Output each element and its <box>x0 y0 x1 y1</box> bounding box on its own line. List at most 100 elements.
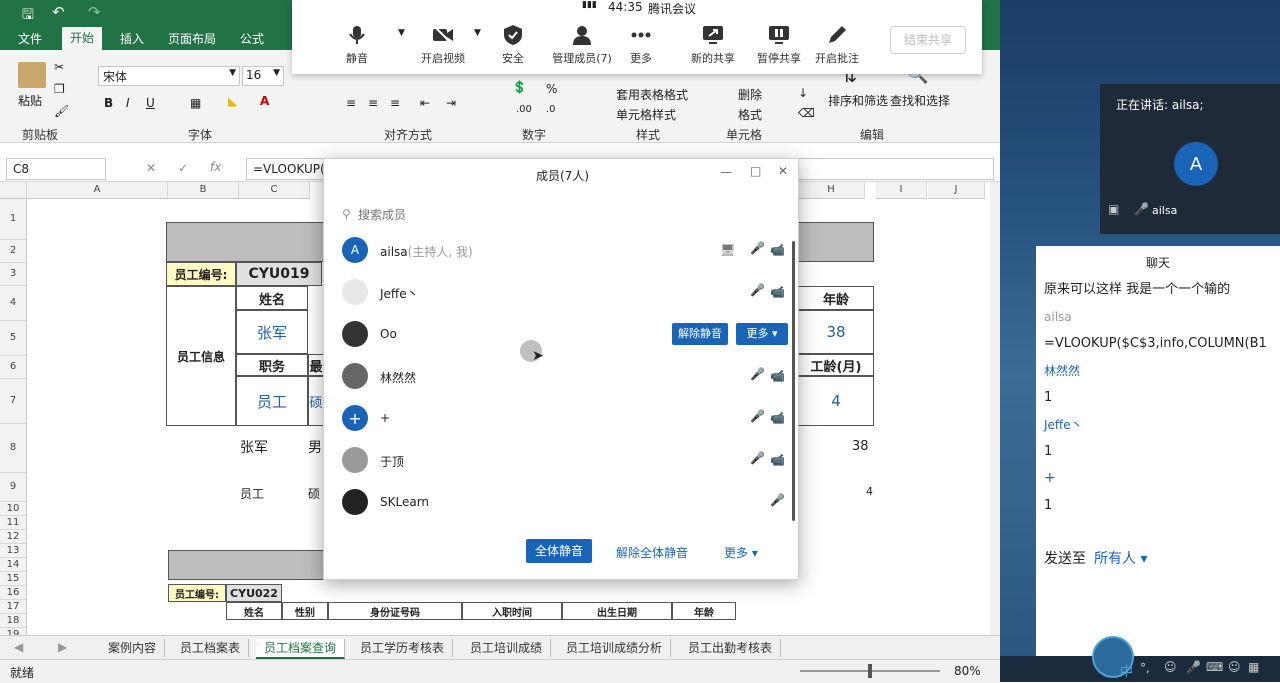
member-row[interactable]: + + 🎤 📹 <box>342 401 785 435</box>
mic-off-icon[interactable]: 🎤 <box>770 493 785 511</box>
unmute-all-button[interactable]: 解除全体静音 <box>616 544 688 561</box>
bold-button[interactable]: B <box>104 96 113 110</box>
sort-filter-button[interactable]: 排序和筛选 <box>828 92 888 109</box>
border-icon[interactable]: ▦ <box>190 96 201 110</box>
row-header[interactable]: 5 <box>0 321 27 356</box>
tab-file[interactable]: 文件 <box>18 30 42 47</box>
send-to-select[interactable]: 所有人 ▾ <box>1094 548 1147 568</box>
row-header[interactable]: 12 <box>0 530 27 544</box>
row-header[interactable]: 8 <box>0 424 27 473</box>
video-off-icon[interactable]: 📹 <box>770 369 790 383</box>
keyboard-icon[interactable]: ⌨ <box>1206 660 1223 674</box>
mic-icon[interactable]: 🎤 <box>1186 660 1201 674</box>
end-share-button[interactable]: 结束共享 <box>890 26 966 54</box>
sheet-tab[interactable]: 员工学历考核表 <box>352 639 454 657</box>
tab-insert[interactable]: 插入 <box>120 30 144 47</box>
next-sheet-icon[interactable]: ▶ <box>58 640 67 654</box>
member-row[interactable]: Jeffe丶 🎤 📹 <box>342 275 785 309</box>
mute-button[interactable]: 静音 <box>322 24 392 66</box>
sheet-tab[interactable]: 案例内容 <box>100 639 166 657</box>
row-header[interactable]: 11 <box>0 516 27 530</box>
row-header[interactable]: 2 <box>0 240 27 263</box>
more-button[interactable]: 更多 <box>606 24 676 66</box>
punctuation-icon[interactable]: °, <box>1140 661 1150 675</box>
row-header[interactable]: 14 <box>0 558 27 572</box>
sheet-tab[interactable]: 员工培训成绩分析 <box>558 639 672 657</box>
member-row[interactable]: A ailsa(主持人, 我) 🖥 🎤 📹 <box>342 233 785 267</box>
ime-indicator[interactable]: 中 <box>1120 661 1133 680</box>
zoom-slider-handle[interactable] <box>868 664 872 678</box>
age-value[interactable]: 38 <box>798 310 874 354</box>
outdent-icon[interactable]: ⇥ <box>446 96 456 110</box>
sheet-tab[interactable]: 员工培训成绩 <box>462 639 552 657</box>
chat-input[interactable] <box>1044 572 1270 632</box>
italic-button[interactable]: I <box>126 96 130 110</box>
paste-icon[interactable] <box>18 62 46 88</box>
mic-off-icon[interactable]: 🎤 <box>750 283 765 301</box>
font-name-select[interactable]: 宋体 ▼ <box>98 66 240 86</box>
grid-icon[interactable]: ▦ <box>1248 660 1259 674</box>
row-header[interactable]: 7 <box>0 379 27 424</box>
mic-off-icon[interactable]: 🎤 <box>750 367 765 385</box>
indent-icon[interactable]: ⇤ <box>420 96 430 110</box>
underline-button[interactable]: U <box>146 96 155 110</box>
minimize-icon[interactable]: — <box>720 165 732 179</box>
format-as-table-button[interactable]: 套用表格格式 <box>616 86 688 103</box>
currency-icon[interactable]: 💲 <box>512 80 527 94</box>
align-left-icon[interactable]: ≡ <box>346 96 356 110</box>
undo-icon[interactable]: ↶ <box>52 3 65 21</box>
column-header[interactable]: J <box>928 182 985 199</box>
tab-home[interactable]: 开始 <box>62 27 103 51</box>
user-icon[interactable]: ☺ <box>1228 660 1241 674</box>
percent-button[interactable]: % <box>546 82 557 96</box>
member-row[interactable]: SKLearn 🎤 <box>342 485 785 519</box>
maximize-icon[interactable]: □ <box>750 164 761 178</box>
select-all-corner[interactable] <box>0 182 27 199</box>
increase-decimal-button[interactable]: .00 <box>516 104 532 115</box>
row-header[interactable]: 16 <box>0 586 27 600</box>
video-off-icon[interactable]: 📹 <box>770 243 790 257</box>
close-icon[interactable]: ✕ <box>778 164 788 178</box>
mic-icon[interactable]: 🎤 <box>750 241 765 259</box>
find-select-button[interactable]: 查找和选择 <box>890 92 950 109</box>
fill-color-icon[interactable]: ◣ <box>228 94 237 108</box>
row-header[interactable]: 6 <box>0 356 27 379</box>
mic-off-icon[interactable]: 🎤 <box>750 451 765 469</box>
emp-no-value-2[interactable]: CYU022 <box>226 584 282 602</box>
unmute-member-button[interactable]: 解除静音 <box>672 323 728 345</box>
copy-icon[interactable]: ❐ <box>54 82 65 96</box>
tab-page-layout[interactable]: 页面布局 <box>168 30 216 47</box>
sheet-tab-active[interactable]: 员工档案查询 <box>256 639 346 659</box>
cancel-icon[interactable]: ✕ <box>146 161 156 175</box>
enter-icon[interactable]: ✓ <box>178 161 188 175</box>
member-search-input[interactable] <box>356 205 780 225</box>
row-header[interactable]: 15 <box>0 572 27 586</box>
cut-icon[interactable]: ✂ <box>54 60 64 74</box>
redo-icon[interactable]: ↷ <box>88 3 101 21</box>
row-header[interactable]: 17 <box>0 600 27 614</box>
mic-off-icon[interactable]: 🎤 <box>750 409 765 427</box>
font-size-select[interactable]: 16 ▼ <box>242 66 284 86</box>
emp-no-value[interactable]: CYU019 <box>236 262 322 286</box>
cell-styles-button[interactable]: 单元格样式 <box>616 106 676 123</box>
row-header[interactable]: 13 <box>0 544 27 558</box>
align-center-icon[interactable]: ≡ <box>368 96 378 110</box>
column-header[interactable]: C <box>239 182 310 199</box>
row-header[interactable]: 19 <box>0 628 27 635</box>
emoji-icon[interactable]: ☺ <box>1164 660 1177 674</box>
row-header[interactable]: 4 <box>0 286 27 321</box>
sheet-tab[interactable]: 员工出勤考核表 <box>680 639 782 657</box>
start-video-button[interactable]: 开启视频 <box>408 24 478 66</box>
align-right-icon[interactable]: ≡ <box>390 96 400 110</box>
vertical-scrollbar[interactable] <box>990 182 1000 635</box>
column-header[interactable]: H <box>798 182 865 199</box>
position-value[interactable]: 员工 <box>236 376 308 426</box>
member-row[interactable]: Oo 解除静音 更多 ▾ <box>342 317 788 351</box>
dialog-more-button[interactable]: 更多 ▾ <box>724 544 758 561</box>
video-off-icon[interactable]: 📹 <box>770 285 790 299</box>
row-header[interactable]: 18 <box>0 614 27 628</box>
mute-all-button[interactable]: 全体静音 <box>526 539 592 563</box>
name-box[interactable]: C8 <box>6 158 106 180</box>
column-header[interactable]: I <box>876 182 927 199</box>
sheet-tab[interactable]: 员工档案表 <box>172 639 250 657</box>
